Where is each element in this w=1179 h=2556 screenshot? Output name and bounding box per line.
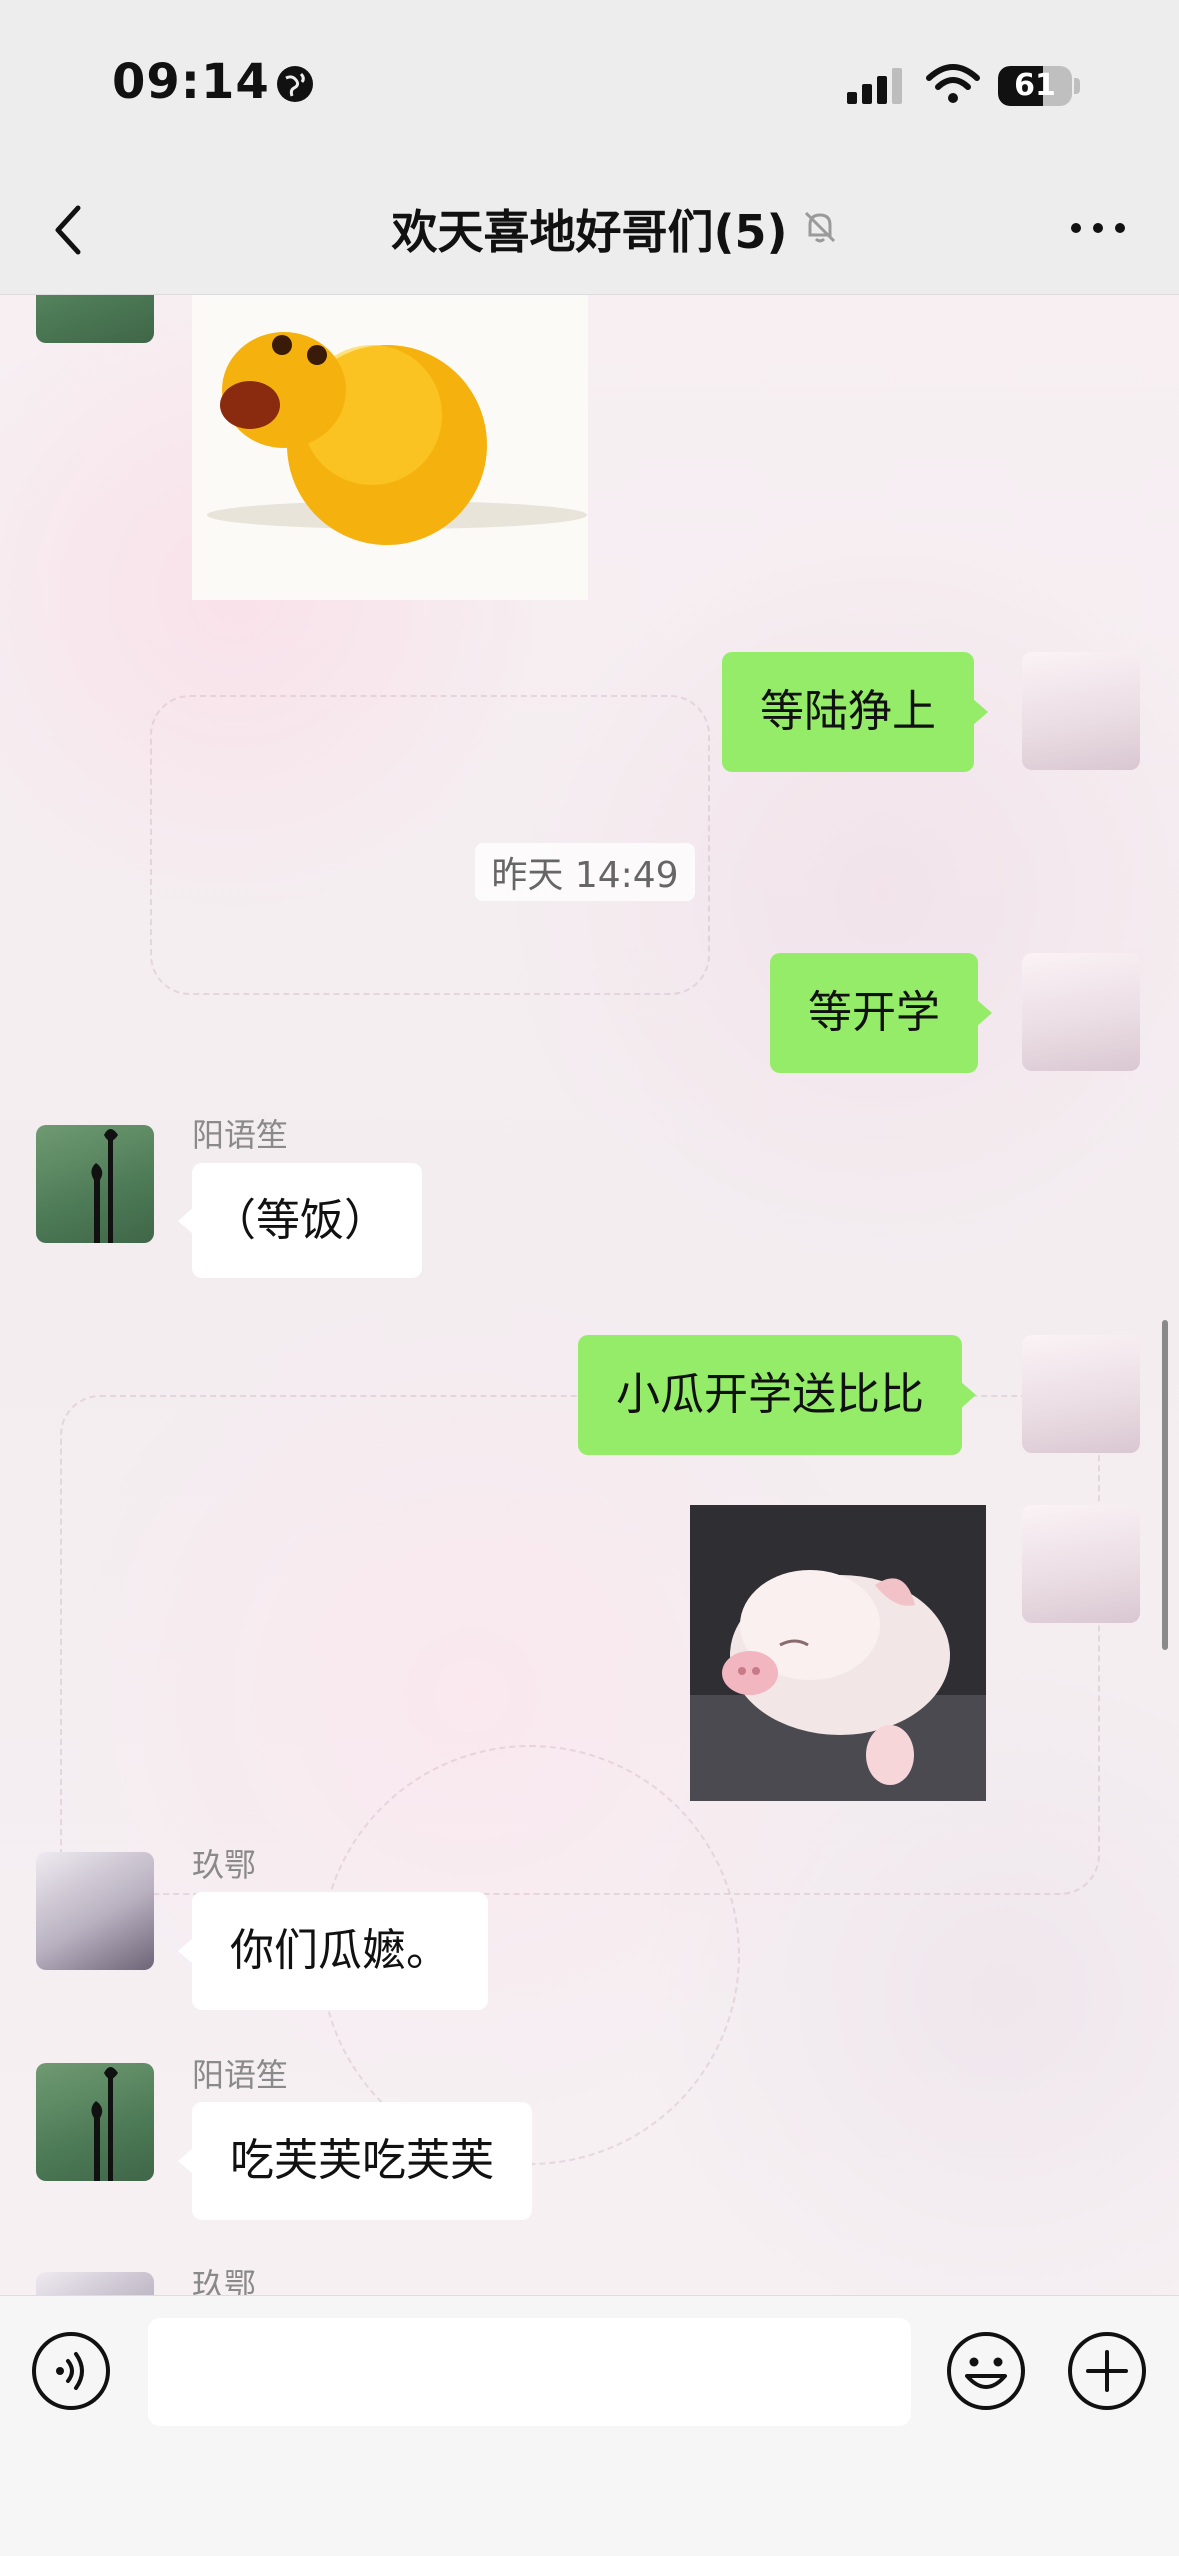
- message-list[interactable]: 等陆狰上 昨天 14:49 等开学 阳语笙 （等饭） 小瓜开学送比比 玖鄂 你们…: [0, 295, 1179, 2295]
- sender-name: 玖鄂: [192, 2266, 257, 2295]
- piglet-photo-image[interactable]: [690, 1505, 986, 1801]
- emoji-icon[interactable]: [945, 2330, 1027, 2412]
- avatar-yangyusheng[interactable]: [36, 2063, 154, 2181]
- scrollbar[interactable]: [1162, 1320, 1168, 1650]
- avatar-jiue[interactable]: [36, 2272, 154, 2295]
- sender-name: 阳语笙: [192, 2056, 289, 2094]
- timestamp-divider: 昨天 14:49: [475, 843, 695, 901]
- battery-tip: [1074, 78, 1080, 94]
- voice-input-icon[interactable]: [30, 2330, 112, 2412]
- avatar-self[interactable]: [1022, 1335, 1140, 1453]
- cellular-signal-icon: [847, 68, 902, 104]
- duck-sticker-graphic: [192, 295, 588, 600]
- message-text: 小瓜开学送比比: [616, 1369, 924, 1420]
- avatar-self[interactable]: [1022, 1505, 1140, 1623]
- battery-percent: 61: [1014, 68, 1056, 103]
- muted-bell-icon: [804, 211, 836, 243]
- message-input[interactable]: [148, 2318, 911, 2426]
- sender-name: 阳语笙: [192, 1116, 289, 1154]
- add-attachment-icon[interactable]: [1066, 2330, 1148, 2412]
- message-bubble-incoming[interactable]: （等饭）: [178, 1163, 422, 1278]
- message-text: 等开学: [808, 987, 940, 1038]
- message-bubble-outgoing[interactable]: 等开学: [770, 953, 992, 1073]
- silhouette-figure-graphic: [91, 1129, 118, 1243]
- message-bubble-incoming[interactable]: 吃芙芙吃芙芙: [178, 2102, 532, 2220]
- message-text: 吃芙芙吃芙芙: [230, 2135, 494, 2186]
- message-bubble-incoming[interactable]: 你们瓜嬷。: [178, 1892, 488, 2010]
- message-text: 等陆狰上: [760, 686, 936, 737]
- silhouette-figure-graphic: [91, 2067, 118, 2181]
- wifi-icon: [926, 64, 980, 103]
- message-text: （等饭）: [212, 1194, 388, 1246]
- avatar-yangyusheng[interactable]: [36, 1125, 154, 1243]
- globe-icon: [277, 66, 313, 102]
- sender-name: 玖鄂: [192, 1846, 257, 1884]
- message-text: 你们瓜嬷。: [230, 1925, 450, 1976]
- chat-title-text: 欢天喜地好哥们(5): [391, 205, 788, 259]
- avatar-self[interactable]: [1022, 652, 1140, 770]
- avatar-yangyusheng[interactable]: [36, 295, 154, 343]
- message-bubble-outgoing[interactable]: 小瓜开学送比比: [578, 1335, 976, 1455]
- more-options-icon[interactable]: [1068, 213, 1128, 243]
- avatar-self[interactable]: [1022, 953, 1140, 1071]
- battery-indicator: 61: [998, 66, 1072, 106]
- status-time: 09:14: [112, 54, 270, 110]
- duck-sticker-image[interactable]: [192, 295, 588, 600]
- piglet-photo-graphic: [690, 1505, 986, 1801]
- message-bubble-outgoing[interactable]: 等陆狰上: [722, 652, 988, 772]
- chat-title: 欢天喜地好哥们(5): [0, 196, 1179, 262]
- avatar-jiue[interactable]: [36, 1852, 154, 1970]
